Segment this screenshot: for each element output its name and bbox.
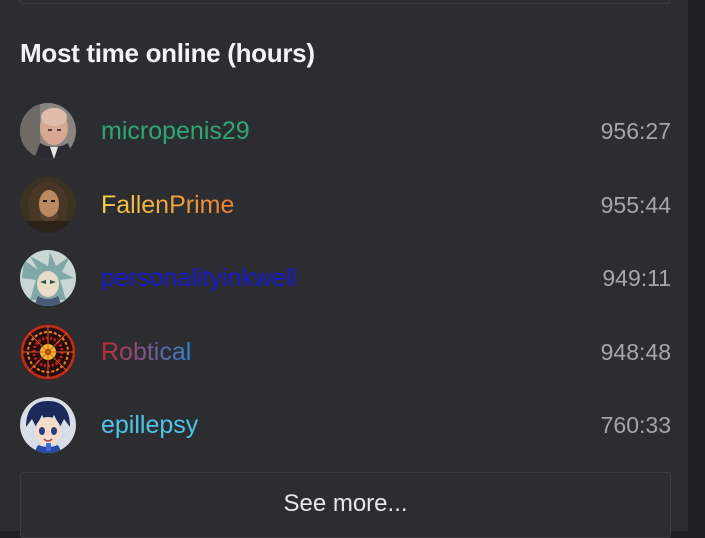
previous-section-box	[20, 0, 670, 4]
top-online-panel: Most time online (hours) micropenis29 95…	[0, 0, 688, 538]
online-time: 949:11	[602, 265, 671, 291]
list-item[interactable]: epillepsy 760:33	[20, 397, 671, 453]
username-link[interactable]: epillepsy	[101, 409, 198, 441]
fractal-pattern-avatar-icon[interactable]	[20, 324, 76, 380]
username-link[interactable]: micropenis29	[101, 115, 250, 147]
anime-boy-avatar-icon[interactable]	[20, 397, 76, 453]
page-gutter	[688, 0, 705, 531]
online-time: 760:33	[600, 412, 671, 438]
online-time: 955:44	[600, 192, 671, 218]
long-hair-man-avatar-icon[interactable]	[20, 177, 76, 233]
section-title: Most time online (hours)	[20, 38, 315, 68]
online-time: 956:27	[600, 118, 671, 144]
see-more-button[interactable]: See more...	[20, 472, 671, 538]
online-time: 948:48	[600, 339, 671, 365]
username-link[interactable]: FallenPrime	[101, 189, 234, 221]
list-item[interactable]: Robtical 948:48	[20, 324, 671, 380]
username-link[interactable]: Robtical	[101, 336, 191, 368]
bald-man-avatar-icon[interactable]	[20, 103, 76, 159]
anime-character-avatar-icon[interactable]	[20, 250, 76, 306]
username-link[interactable]: personalityinkwell	[101, 262, 297, 294]
list-item[interactable]: FallenPrime 955:44	[20, 177, 671, 233]
list-item[interactable]: micropenis29 956:27	[20, 103, 671, 159]
list-item[interactable]: personalityinkwell 949:11	[20, 250, 671, 306]
